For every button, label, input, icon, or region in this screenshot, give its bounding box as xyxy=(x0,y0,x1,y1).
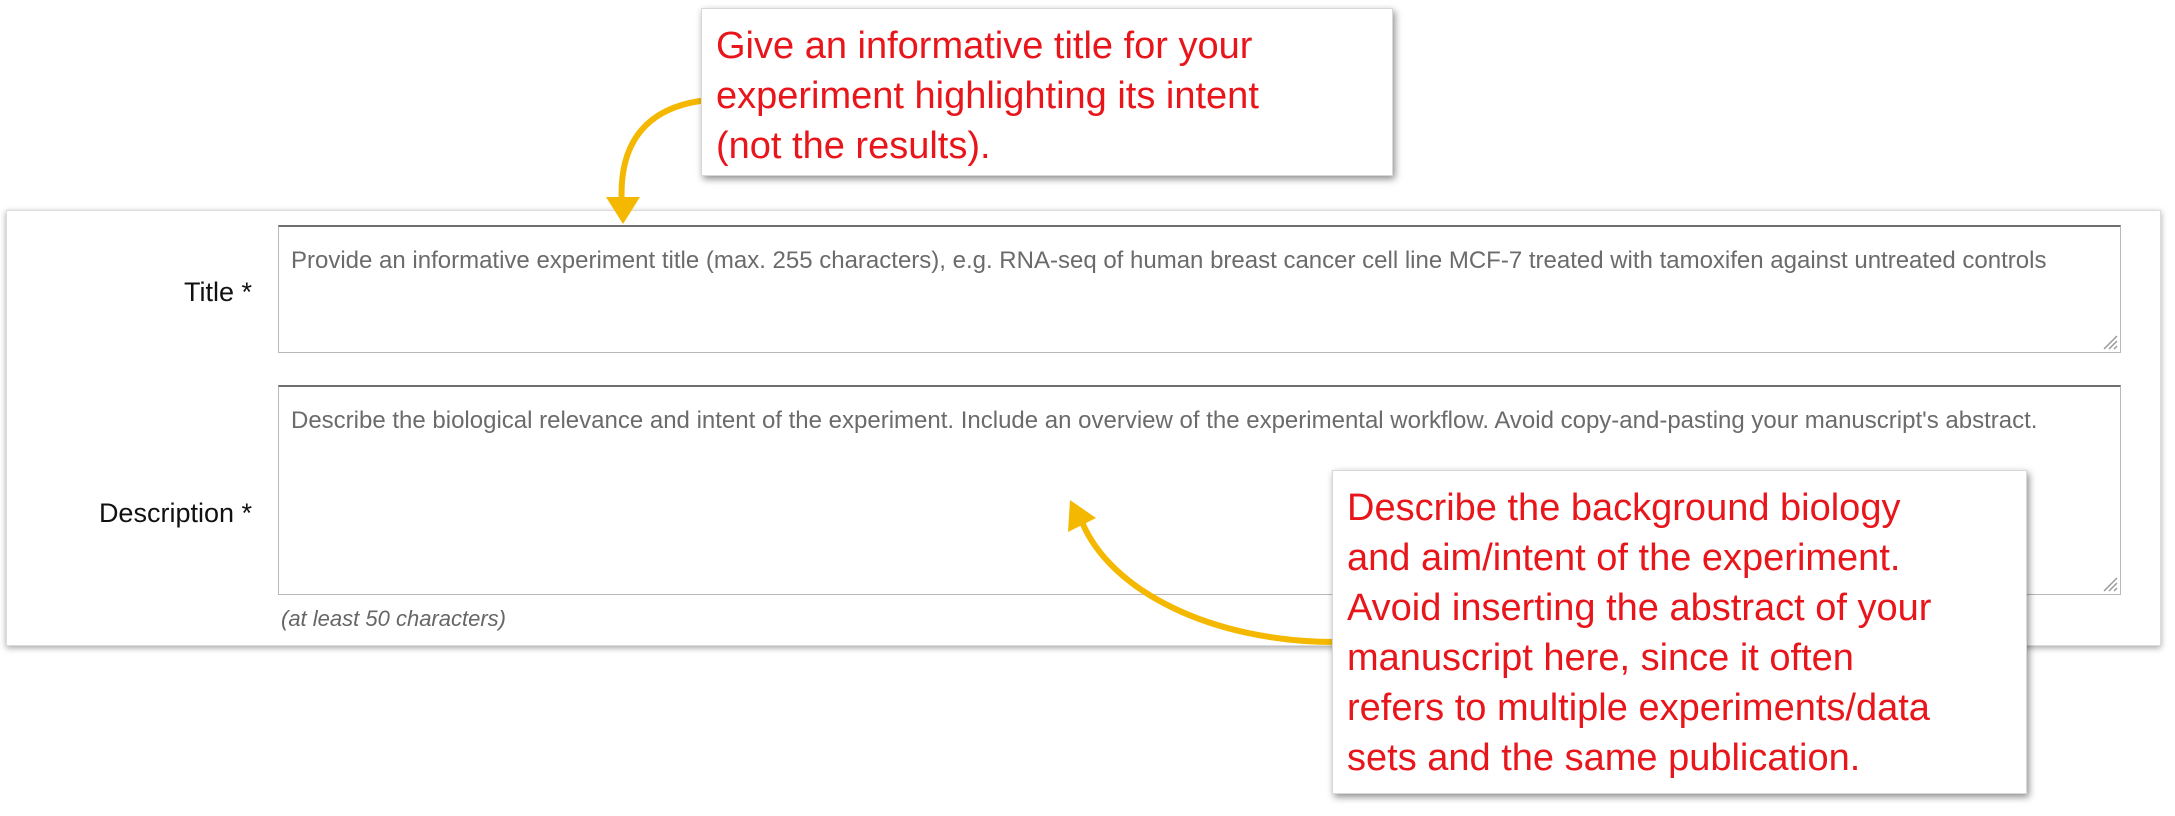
description-tip-callout: Describe the background biology and aim/… xyxy=(1332,470,2027,794)
description-tip-line-1: Describe the background biology xyxy=(1347,487,1901,529)
description-min-length-hint: (at least 50 characters) xyxy=(281,606,506,631)
description-resize-grip-icon[interactable] xyxy=(2100,574,2118,592)
title-tip-line-2: experiment highlighting its intent xyxy=(716,75,1259,117)
title-tip-arrow-icon xyxy=(618,98,703,209)
title-textarea[interactable] xyxy=(278,225,2121,353)
title-tip-callout: Give an informative title for your exper… xyxy=(701,8,1393,176)
description-tip-line-5: refers to multiple experiments/data xyxy=(1347,687,1930,729)
description-tip-line-4: manuscript here, since it often xyxy=(1347,637,1854,679)
description-tip-line-6: sets and the same publication. xyxy=(1347,737,1861,779)
title-tip-line-1: Give an informative title for your xyxy=(716,25,1253,67)
description-tip-line-2: and aim/intent of the experiment. xyxy=(1347,537,1901,579)
description-label: Description * xyxy=(98,498,252,528)
description-tip-line-3: Avoid inserting the abstract of your xyxy=(1347,587,1932,629)
title-label: Title * xyxy=(183,277,252,307)
title-resize-grip-icon[interactable] xyxy=(2100,332,2118,350)
title-tip-line-3: (not the results). xyxy=(716,125,991,167)
